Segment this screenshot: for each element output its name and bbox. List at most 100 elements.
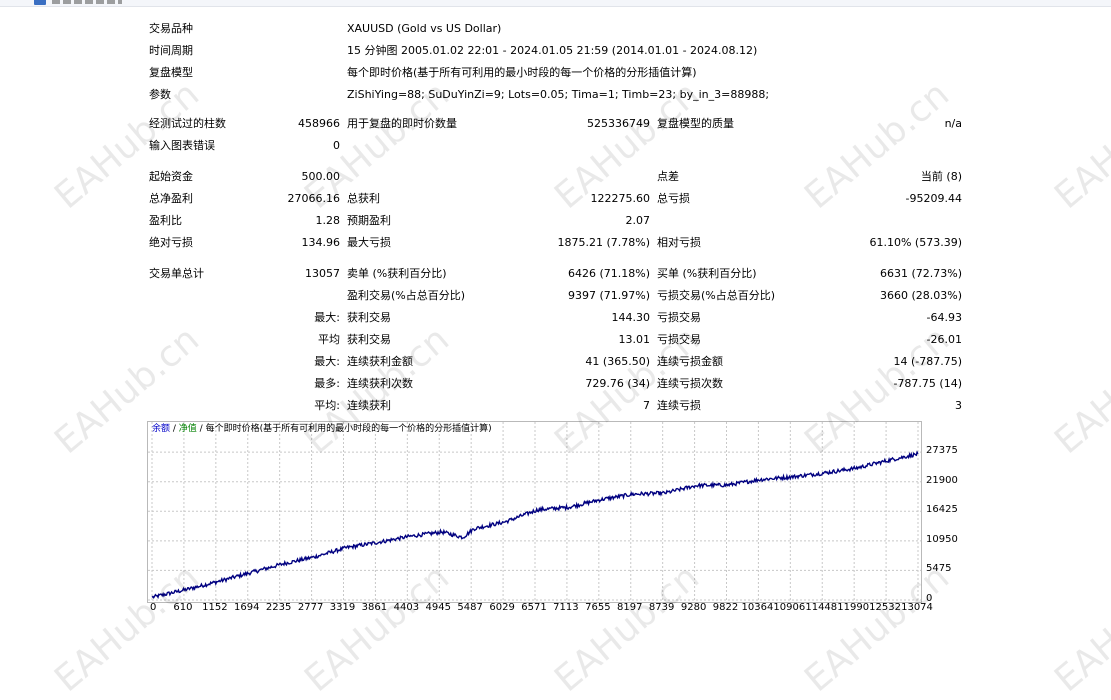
average-loss-value: -26.01 bbox=[926, 333, 962, 346]
maximal-drawdown-label: 最大亏损 bbox=[347, 236, 391, 249]
spread-value: 当前 (8) bbox=[920, 170, 962, 183]
x-tick-label: 4403 bbox=[393, 602, 420, 613]
max-consec-wins-label: 连续获利金额 bbox=[347, 355, 413, 368]
largest-loss-value: -64.93 bbox=[926, 311, 962, 324]
relative-drawdown-label: 相对亏损 bbox=[657, 236, 701, 249]
average-profit-label: 获利交易 bbox=[347, 333, 391, 346]
loss-trades-value: 3660 (28.03%) bbox=[879, 289, 962, 302]
absolute-drawdown-label: 绝对亏损 bbox=[149, 236, 193, 249]
max-consec-losses-value: 14 (-787.75) bbox=[893, 355, 962, 368]
y-tick-label: 10950 bbox=[926, 533, 958, 545]
avg-consec-wins-label: 连续获利 bbox=[347, 399, 391, 412]
maximal-consec-profit-value: 729.76 (34) bbox=[585, 377, 650, 390]
maximal-consec-loss-label: 连续亏损次数 bbox=[657, 377, 723, 390]
initial-deposit-value: 500.00 bbox=[301, 170, 341, 183]
x-tick-label: 8197 bbox=[617, 602, 643, 613]
legend-separator: / bbox=[170, 424, 179, 434]
x-tick-label: 12532 bbox=[869, 602, 901, 613]
largest-row-label: 最大: bbox=[314, 311, 340, 324]
legend-separator-2: / bbox=[196, 424, 206, 434]
profit-factor-label: 盈利比 bbox=[149, 214, 182, 227]
initial-deposit-label: 起始资金 bbox=[149, 170, 193, 183]
gross-profit-label: 总获利 bbox=[347, 192, 380, 205]
maximal-row-label: 最多: bbox=[314, 377, 340, 390]
max-consec-wins-value: 41 (365.50) bbox=[585, 355, 650, 368]
largest-profit-label: 获利交易 bbox=[347, 311, 391, 324]
average-loss-label: 亏损交易 bbox=[657, 333, 701, 346]
x-tick-label: 10364 bbox=[741, 602, 774, 613]
total-trades-label: 交易单总计 bbox=[149, 267, 204, 280]
x-tick-label: 13074 bbox=[901, 602, 933, 613]
expected-payoff-label: 预期盈利 bbox=[347, 214, 391, 227]
profit-trades-label: 盈利交易(%占总百分比) bbox=[347, 289, 466, 302]
x-tick-label: 0 bbox=[150, 602, 157, 613]
x-tick-label: 1694 bbox=[234, 602, 260, 613]
gross-loss-label: 总亏损 bbox=[657, 192, 690, 205]
x-tick-label: 11990 bbox=[837, 602, 870, 613]
avg-consec-row-label: 平均: bbox=[314, 399, 340, 412]
x-tick-label: 10906 bbox=[773, 602, 806, 613]
x-tick-label: 610 bbox=[173, 602, 193, 613]
legend-equity: 净值 bbox=[178, 424, 197, 434]
window-title-bar bbox=[0, 0, 1111, 7]
relative-drawdown-value: 61.10% (573.39) bbox=[869, 236, 962, 249]
x-tick-label: 7655 bbox=[585, 602, 611, 613]
y-tick-label: 16425 bbox=[926, 504, 958, 516]
avg-consec-wins-value: 7 bbox=[643, 399, 650, 412]
spread-label: 点差 bbox=[657, 170, 679, 183]
period-label: 时间周期 bbox=[149, 44, 193, 57]
x-tick-label: 8739 bbox=[648, 602, 675, 613]
chart-legend: 余额 / 净值 / 每个即时价格(基于所有可利用的最小时段的每一个价格的分形插值… bbox=[152, 423, 492, 435]
total-net-profit-label: 总净盈利 bbox=[149, 192, 193, 205]
average-row-label: 平均 bbox=[318, 333, 340, 346]
modelling-quality-value: n/a bbox=[944, 117, 962, 130]
x-tick-label: 3861 bbox=[361, 602, 388, 613]
bars-tested-label: 经测试过的柱数 bbox=[149, 117, 226, 130]
long-positions-value: 6631 (72.73%) bbox=[879, 267, 962, 280]
average-profit-value: 13.01 bbox=[618, 333, 651, 346]
x-tick-label: 3319 bbox=[329, 602, 356, 613]
x-tick-label: 4945 bbox=[425, 602, 451, 613]
gross-profit-value: 122275.60 bbox=[590, 192, 651, 205]
x-tick-label: 6571 bbox=[521, 602, 547, 613]
y-tick-label: 21900 bbox=[926, 474, 958, 486]
max-consec-losses-label: 连续亏损金额 bbox=[657, 355, 723, 368]
legend-model: 每个即时价格(基于所有可利用的最小时段的每一个价格的分形插值计算) bbox=[205, 424, 492, 434]
largest-profit-value: 144.30 bbox=[611, 311, 651, 324]
y-tick-label: 27375 bbox=[926, 445, 958, 457]
modelling-quality-label: 复盘模型的质量 bbox=[657, 117, 734, 130]
watermark-text: EAHub.cn bbox=[1047, 556, 1111, 700]
x-tick-label: 2777 bbox=[297, 602, 324, 613]
params-value: ZiShiYing=88; SuDuYinZi=9; Lots=0.05; Ti… bbox=[347, 88, 770, 101]
balance-chart-plot bbox=[148, 422, 921, 602]
model-label: 复盘模型 bbox=[149, 66, 193, 79]
absolute-drawdown-value: 134.96 bbox=[301, 236, 341, 249]
symbol-value: XAUUSD (Gold vs US Dollar) bbox=[347, 22, 502, 35]
avg-consec-losses-value: 3 bbox=[955, 399, 962, 412]
y-tick-label: 5475 bbox=[926, 563, 952, 575]
mismatched-errors-value: 0 bbox=[333, 139, 340, 152]
x-tick-label: 9822 bbox=[712, 602, 739, 613]
model-value: 每个即时价格(基于所有可利用的最小时段的每一个价格的分形插值计算) bbox=[347, 66, 697, 79]
avg-consec-losses-label: 连续亏损 bbox=[657, 399, 701, 412]
short-positions-value: 6426 (71.18%) bbox=[567, 267, 650, 280]
params-label: 参数 bbox=[149, 88, 171, 101]
x-tick-label: 1152 bbox=[202, 602, 228, 613]
ticks-modelled-label: 用于复盘的即时价数量 bbox=[347, 117, 457, 130]
profit-trades-value: 9397 (71.97%) bbox=[567, 289, 650, 302]
x-tick-label: 9280 bbox=[680, 602, 707, 613]
mismatched-errors-label: 输入图表错误 bbox=[149, 139, 215, 152]
legend-balance: 余额 bbox=[152, 424, 171, 434]
watermark-text: EAHub.cn bbox=[1047, 318, 1111, 463]
x-tick-label: 6029 bbox=[489, 602, 515, 613]
x-tick-label: 2235 bbox=[265, 602, 292, 613]
max-row-label: 最大: bbox=[314, 355, 340, 368]
gross-loss-value: -95209.44 bbox=[905, 192, 962, 205]
short-positions-label: 卖单 (%获利百分比) bbox=[347, 267, 447, 280]
x-tick-label: 7113 bbox=[553, 602, 579, 613]
window-title bbox=[52, 0, 122, 4]
total-trades-value: 13057 bbox=[305, 267, 340, 280]
period-value: 15 分钟图 2005.01.02 22:01 - 2024.01.05 21:… bbox=[347, 44, 758, 57]
long-positions-label: 买单 (%获利百分比) bbox=[657, 267, 757, 280]
maximal-drawdown-value: 1875.21 (7.78%) bbox=[557, 236, 650, 249]
